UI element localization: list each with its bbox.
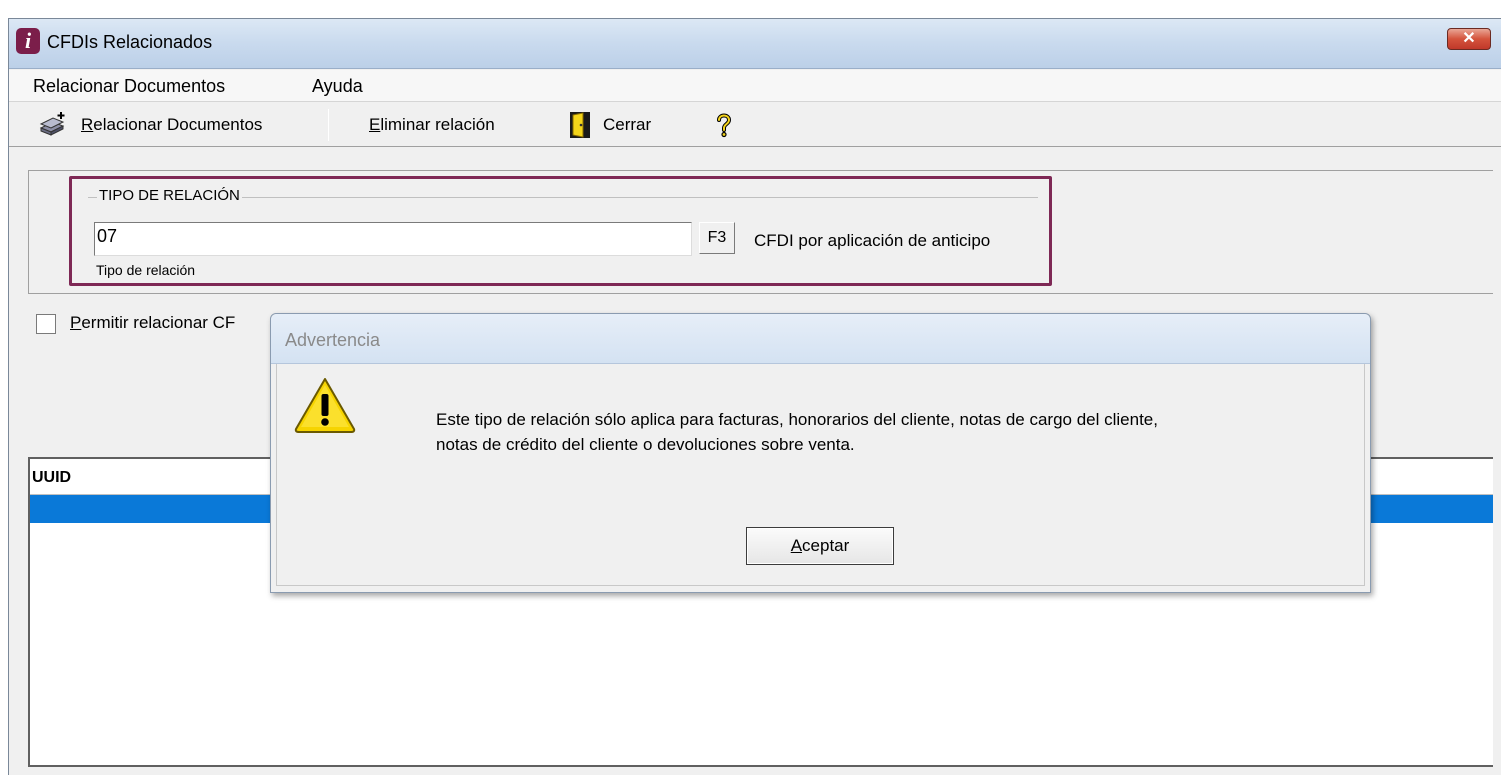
toolbar-separator (328, 109, 329, 141)
books-add-icon (39, 112, 65, 136)
relacionar-label: elacionar Documentos (93, 115, 263, 134)
permitir-relacionar-label[interactable]: Permitir relacionar CF (70, 313, 235, 333)
dialog-title-bar: Advertencia (271, 314, 1370, 364)
aceptar-mnemonic: A (790, 536, 803, 555)
dialog-title: Advertencia (285, 330, 381, 350)
dialog-message-line1: Este tipo de relación sólo aplica para f… (436, 410, 1158, 429)
exit-door-icon (570, 112, 590, 138)
dialog-message: Este tipo de relación sólo aplica para f… (436, 407, 1356, 457)
permitir-label-text: ermitir relacionar CF (81, 313, 236, 332)
aceptar-label: ceptar (802, 536, 850, 555)
permitir-mnemonic: P (70, 313, 82, 332)
relacionar-documentos-button[interactable]: Relacionar Documentos (37, 103, 262, 147)
help-button[interactable] (715, 103, 733, 147)
menu-relacionar-documentos[interactable]: Relacionar Documentos (33, 76, 225, 97)
permitir-relacionar-checkbox[interactable] (36, 314, 56, 334)
warning-icon (294, 378, 356, 433)
dialog-body: Este tipo de relación sólo aplica para f… (276, 364, 1365, 586)
close-window-button[interactable]: ✕ (1447, 28, 1491, 50)
aceptar-button[interactable]: Aceptar (746, 527, 894, 565)
eliminar-label: liminar relación (380, 115, 495, 134)
app-info-icon: i (16, 28, 40, 54)
menu-ayuda[interactable]: Ayuda (312, 76, 363, 97)
relacionar-mnemonic: R (81, 115, 94, 134)
title-bar: i CFDIs Relacionados ✕ (9, 19, 1501, 69)
cerrar-label: Cerrar (603, 115, 652, 134)
toolbar: Relacionar Documentos Eliminar relación … (9, 103, 1501, 147)
advertencia-dialog: Advertencia Este tipo de relación sólo a… (270, 313, 1371, 593)
column-header-uuid[interactable]: UUID (32, 469, 71, 487)
eliminar-relacion-button[interactable]: Eliminar relación (369, 103, 495, 147)
eliminar-mnemonic: E (369, 115, 381, 134)
highlight-annotation (69, 176, 1052, 286)
cerrar-button[interactable]: Cerrar (569, 103, 651, 147)
help-question-icon (717, 113, 732, 138)
dialog-message-line2: notas de crédito del cliente o devolucio… (436, 435, 855, 454)
window-title: CFDIs Relacionados (47, 32, 213, 52)
menu-bar: Relacionar Documentos Ayuda (9, 70, 1501, 102)
